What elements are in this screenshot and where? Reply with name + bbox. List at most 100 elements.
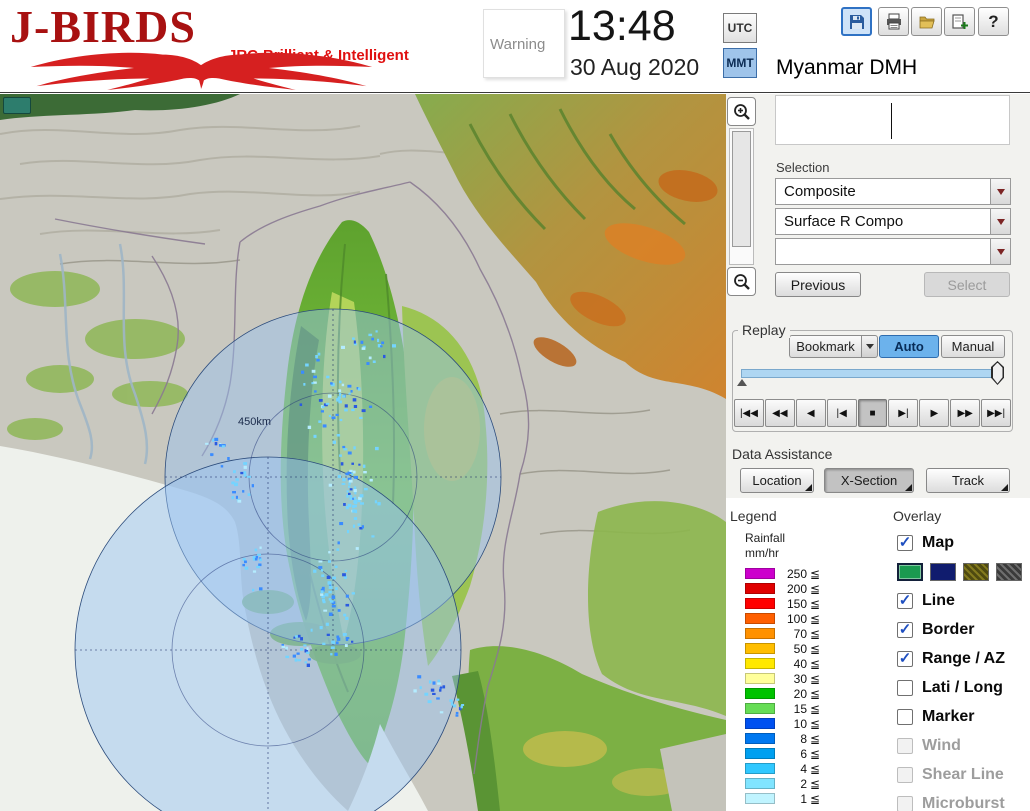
overlay-item-marker[interactable]: Marker bbox=[897, 702, 1029, 731]
overlay-label: Overlay bbox=[893, 508, 942, 524]
chevron-down-icon[interactable] bbox=[990, 209, 1010, 234]
legend-value: 30 bbox=[793, 671, 807, 686]
map-corner-button[interactable] bbox=[3, 97, 31, 114]
checkbox[interactable] bbox=[897, 708, 913, 725]
legend-color-swatch bbox=[745, 793, 775, 804]
chevron-down-icon[interactable] bbox=[990, 179, 1010, 204]
legend-entry: 10 ≦ bbox=[745, 716, 865, 731]
overlay-item-label: Lati / Long bbox=[922, 678, 1003, 696]
overlay-item-line[interactable]: ✓ Line bbox=[897, 586, 1029, 615]
bookmark-button[interactable]: Bookmark bbox=[789, 335, 878, 358]
legend-color-swatch bbox=[745, 703, 775, 714]
open-file-button[interactable] bbox=[911, 7, 942, 36]
legend-color-swatch bbox=[745, 718, 775, 729]
map-swatch-olive[interactable] bbox=[963, 562, 989, 581]
legend-entry: 30 ≦ bbox=[745, 671, 865, 686]
playback-fast-rewind[interactable]: ◀◀ bbox=[764, 399, 795, 427]
legend-unit-line1: Rainfall bbox=[745, 531, 786, 545]
folder-icon bbox=[919, 16, 935, 28]
replay-slider-thumb[interactable] bbox=[991, 361, 1004, 385]
slider-start-marker bbox=[737, 379, 747, 386]
timezone-utc-button[interactable]: UTC bbox=[723, 13, 757, 43]
legend-le-sign: ≦ bbox=[810, 761, 821, 776]
save-button[interactable] bbox=[841, 7, 872, 36]
legend-unit: Rainfall mm/hr bbox=[745, 531, 785, 561]
product-option-dropdown[interactable] bbox=[775, 238, 1011, 265]
overlay-item-map[interactable]: ✓ Map bbox=[897, 528, 1029, 557]
playback-skip-to-end[interactable]: ▶▶| bbox=[981, 399, 1012, 427]
dropdown-value: Surface R Compo bbox=[784, 213, 904, 230]
legend-color-swatch bbox=[745, 643, 775, 654]
legend-value: 10 bbox=[793, 716, 807, 731]
playback-stop[interactable]: ■ bbox=[857, 399, 888, 427]
playback-fast-forward[interactable]: ▶▶ bbox=[950, 399, 981, 427]
legend-color-swatch bbox=[745, 733, 775, 744]
playback-play-reverse[interactable]: ◀ bbox=[795, 399, 826, 427]
legend-color-swatch bbox=[745, 613, 775, 624]
playback-step-back[interactable]: |◀ bbox=[826, 399, 857, 427]
product-category-dropdown[interactable]: Composite bbox=[775, 178, 1011, 205]
select-button[interactable]: Select bbox=[924, 272, 1010, 297]
print-button[interactable] bbox=[878, 7, 909, 36]
checkbox[interactable]: ✓ bbox=[897, 621, 913, 638]
magnifier-plus-icon bbox=[733, 103, 750, 120]
x-section-button[interactable]: X-Section bbox=[824, 468, 914, 493]
corner-expand-icon bbox=[905, 484, 912, 491]
overlay-item-lati-long[interactable]: Lati / Long bbox=[897, 673, 1029, 702]
replay-slider-track[interactable] bbox=[741, 369, 997, 378]
clock-date: 30 Aug 2020 bbox=[570, 54, 700, 80]
legend-value: 70 bbox=[793, 626, 807, 641]
location-button[interactable]: Location bbox=[740, 468, 814, 493]
zoom-scrollbar-track[interactable] bbox=[729, 128, 754, 265]
map-swatch-navy[interactable] bbox=[930, 562, 956, 581]
overlay-item-range-az[interactable]: ✓ Range / AZ bbox=[897, 644, 1029, 673]
legend-value: 15 bbox=[793, 701, 807, 716]
checkbox[interactable]: ✓ bbox=[897, 650, 913, 667]
legend-value: 50 bbox=[793, 641, 807, 656]
legend-entry: 2 ≦ bbox=[745, 776, 865, 791]
overlay-item-border[interactable]: ✓ Border bbox=[897, 615, 1029, 644]
legend-entry: 150 ≦ bbox=[745, 596, 865, 611]
playback-play[interactable]: ▶ bbox=[919, 399, 950, 427]
zoom-in-button[interactable] bbox=[727, 97, 756, 126]
previous-button[interactable]: Previous bbox=[775, 272, 861, 297]
legend-le-sign: ≦ bbox=[810, 641, 821, 656]
playback-step-forward[interactable]: ▶| bbox=[888, 399, 919, 427]
legend-value: 1 bbox=[800, 791, 807, 806]
playback-controls: |◀◀ ◀◀ ◀ |◀ ■ ▶| ▶ ▶▶ ▶▶| bbox=[734, 399, 1012, 427]
chevron-down-icon[interactable] bbox=[990, 239, 1010, 264]
warning-list-box[interactable] bbox=[775, 95, 1010, 145]
organization-title: Myanmar DMH bbox=[776, 56, 918, 79]
overlay-item-label: Line bbox=[922, 591, 955, 609]
help-button[interactable]: ? bbox=[978, 7, 1009, 36]
legend-value: 150 bbox=[786, 596, 807, 611]
auto-mode-button[interactable]: Auto bbox=[879, 335, 939, 358]
map-swatch-dark-gray[interactable] bbox=[996, 562, 1022, 581]
playback-skip-to-start[interactable]: |◀◀ bbox=[734, 399, 764, 427]
manual-mode-button[interactable]: Manual bbox=[941, 335, 1005, 358]
overlay-item-microburst: Microburst bbox=[897, 789, 1029, 811]
rainfall-legend: 250 ≦ 200 ≦ 150 ≦ 100 ≦ 70 ≦ 50 ≦ 40 ≦ 30 ≦ 20 ≦ 15 ≦ 10 ≦ 8 ≦ 6… bbox=[745, 566, 865, 806]
checkbox[interactable]: ✓ bbox=[897, 534, 913, 551]
legend-entry: 250 ≦ bbox=[745, 566, 865, 581]
zoom-out-button[interactable] bbox=[727, 267, 756, 296]
legend-color-swatch bbox=[745, 658, 775, 669]
replay-label: Replay bbox=[738, 322, 790, 338]
legend-entry: 20 ≦ bbox=[745, 686, 865, 701]
track-button[interactable]: Track bbox=[926, 468, 1010, 493]
legend-value: 8 bbox=[800, 731, 807, 746]
checkbox[interactable] bbox=[897, 679, 913, 696]
timezone-mmt-button[interactable]: MMT bbox=[723, 48, 757, 78]
add-data-button[interactable] bbox=[944, 7, 975, 36]
map-area: 450km bbox=[0, 94, 726, 811]
product-type-dropdown[interactable]: Surface R Compo bbox=[775, 208, 1011, 235]
zoom-scrollbar-thumb[interactable] bbox=[732, 131, 751, 247]
map-swatch-green[interactable] bbox=[897, 562, 923, 581]
legend-value: 250 bbox=[786, 566, 807, 581]
bookmark-dropdown-arrow[interactable] bbox=[861, 335, 878, 358]
radar-map-canvas[interactable]: 450km bbox=[0, 94, 726, 811]
checkbox bbox=[897, 737, 913, 754]
legend-entry: 6 ≦ bbox=[745, 746, 865, 761]
checkbox[interactable]: ✓ bbox=[897, 592, 913, 609]
legend-label: Legend bbox=[730, 508, 777, 524]
